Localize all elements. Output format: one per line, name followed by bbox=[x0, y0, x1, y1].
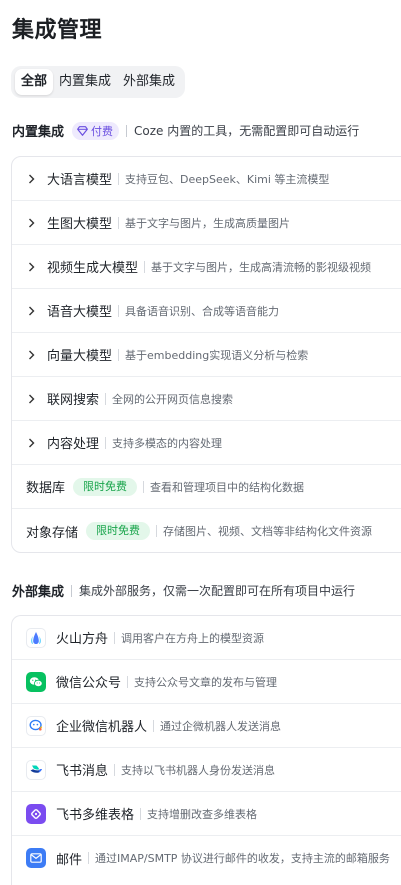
integration-row-mail[interactable]: 邮件 通过IMAP/SMTP 协议进行邮件的收发，支持主流的邮箱服务 bbox=[12, 836, 401, 880]
divider bbox=[143, 480, 145, 493]
integration-name: 企业微信机器人 bbox=[56, 720, 148, 735]
mail-icon bbox=[26, 848, 46, 868]
builtin-section-header: 内置集成 付费 Coze 内置的工具，无需配置即可自动运行 bbox=[12, 121, 359, 140]
divider bbox=[71, 584, 73, 597]
integration-description: 支持以飞书机器人身份发送消息 bbox=[121, 763, 276, 777]
integration-description: 具备语音识别、合成等语音能力 bbox=[125, 304, 280, 318]
integration-name: 大语言模型 bbox=[47, 173, 113, 188]
integration-row-web-search[interactable]: 联网搜索 全网的公开网页信息搜索 bbox=[12, 377, 401, 421]
tab-builtin[interactable]: 内置集成 bbox=[53, 69, 117, 95]
builtin-integrations-list: 大语言模型 支持豆包、DeepSeek、Kimi 等主流模型 生图大模型 基于文… bbox=[11, 156, 401, 553]
integration-description: 存储图片、视频、文档等非结构化文件资源 bbox=[163, 525, 373, 538]
builtin-section-description: Coze 内置的工具，无需配置即可自动运行 bbox=[134, 124, 360, 138]
integration-name: 内容处理 bbox=[47, 437, 100, 452]
chevron-right-icon[interactable] bbox=[28, 218, 38, 228]
chevron-right-icon[interactable] bbox=[28, 438, 38, 448]
integration-description: 查看和管理项目中的结构化数据 bbox=[150, 480, 305, 494]
integration-name: 微信公众号 bbox=[56, 676, 122, 691]
divider bbox=[118, 304, 120, 317]
integration-row-image-model[interactable]: 生图大模型 基于文字与图片，生成高质量图片 bbox=[12, 201, 401, 245]
external-section-description: 集成外部服务，仅需一次配置即可在所有项目中运行 bbox=[79, 584, 356, 598]
integration-row-llm[interactable]: 大语言模型 支持豆包、DeepSeek、Kimi 等主流模型 bbox=[12, 157, 401, 201]
integration-description: 基于文字与图片，生成高清流畅的影视级视频 bbox=[151, 260, 372, 274]
integration-name: 火山方舟 bbox=[56, 632, 109, 647]
chevron-right-icon[interactable] bbox=[28, 306, 38, 316]
divider bbox=[118, 216, 120, 229]
divider bbox=[105, 436, 107, 449]
integration-name: 对象存储 bbox=[26, 525, 79, 541]
integration-name: 生图大模型 bbox=[47, 217, 113, 232]
integration-row-wechat-official[interactable]: 微信公众号 支持公众号文章的发布与管理 bbox=[12, 660, 401, 704]
integration-description: 调用客户在方舟上的模型资源 bbox=[121, 631, 265, 645]
free-badge: 限时免费 bbox=[73, 477, 138, 496]
paid-badge: 付费 bbox=[72, 121, 120, 140]
chevron-right-icon[interactable] bbox=[28, 350, 38, 360]
integration-name: 视频生成大模型 bbox=[47, 261, 139, 276]
integration-row-feishu-bitable[interactable]: 飞书多维表格 支持增删改查多维表格 bbox=[12, 792, 401, 836]
integration-row-volcano-ark[interactable]: 火山方舟 调用客户在方舟上的模型资源 bbox=[12, 616, 401, 660]
chevron-right-icon[interactable] bbox=[28, 262, 38, 272]
integration-name: 向量大模型 bbox=[47, 349, 113, 364]
integration-row-wecom-bot[interactable]: 企业微信机器人 通过企微机器人发送消息 bbox=[12, 704, 401, 748]
feishu-bitable-icon bbox=[26, 803, 46, 824]
external-section-title: 外部集成 bbox=[12, 585, 65, 600]
integration-row-vector-model[interactable]: 向量大模型 基于embedding实现语义分析与检索 bbox=[12, 333, 401, 377]
divider bbox=[118, 348, 120, 361]
divider bbox=[114, 631, 116, 644]
divider bbox=[126, 124, 128, 137]
integration-description: 基于embedding实现语义分析与检索 bbox=[125, 348, 309, 362]
volcano-ark-icon bbox=[26, 627, 46, 648]
integration-row-speech-model[interactable]: 语音大模型 具备语音识别、合成等语音能力 bbox=[12, 289, 401, 333]
builtin-section-title: 内置集成 bbox=[12, 125, 65, 140]
tab-all[interactable]: 全部 bbox=[15, 69, 54, 95]
divider bbox=[153, 719, 155, 732]
paid-badge-label: 付费 bbox=[91, 124, 114, 138]
integration-row-video-model[interactable]: 视频生成大模型 基于文字与图片，生成高清流畅的影视级视频 bbox=[12, 245, 401, 289]
divider bbox=[105, 392, 107, 405]
page-title: 集成管理 bbox=[12, 18, 103, 43]
integration-name: 飞书多维表格 bbox=[56, 808, 135, 823]
divider bbox=[127, 675, 129, 688]
filter-tabs: 全部 内置集成 外部集成 bbox=[11, 66, 186, 98]
free-badge: 限时免费 bbox=[86, 522, 151, 540]
integration-name: 数据库 bbox=[26, 481, 66, 496]
wechat-icon bbox=[26, 671, 46, 692]
wecom-bot-icon bbox=[26, 715, 46, 736]
integration-description: 支持增删改查多维表格 bbox=[147, 807, 258, 821]
chevron-right-icon[interactable] bbox=[28, 394, 38, 404]
integration-row-content-processing[interactable]: 内容处理 支持多模态的内容处理 bbox=[12, 421, 401, 465]
integration-description: 通过企微机器人发送消息 bbox=[160, 719, 282, 733]
feishu-icon bbox=[26, 759, 46, 780]
chevron-right-icon[interactable] bbox=[28, 174, 38, 184]
integration-description: 通过IMAP/SMTP 协议进行邮件的收发，支持主流的邮箱服务 bbox=[95, 852, 390, 865]
divider bbox=[114, 763, 116, 776]
integration-description: 基于文字与图片，生成高质量图片 bbox=[125, 216, 291, 230]
integration-name: 联网搜索 bbox=[47, 393, 100, 408]
integration-row-object-storage[interactable]: 对象存储 限时免费 存储图片、视频、文档等非结构化文件资源 bbox=[12, 509, 401, 553]
external-section-header: 外部集成 集成外部服务，仅需一次配置即可在所有项目中运行 bbox=[12, 581, 355, 600]
divider bbox=[156, 525, 158, 537]
integration-row-database[interactable]: 数据库 限时免费 查看和管理项目中的结构化数据 bbox=[12, 465, 401, 509]
integration-description: 支持公众号文章的发布与管理 bbox=[134, 675, 278, 689]
integration-description: 支持豆包、DeepSeek、Kimi 等主流模型 bbox=[125, 172, 330, 186]
integration-name: 语音大模型 bbox=[47, 305, 113, 320]
divider bbox=[140, 807, 142, 820]
diamond-icon bbox=[77, 125, 88, 136]
integration-name: 飞书消息 bbox=[56, 764, 109, 779]
tab-external[interactable]: 外部集成 bbox=[117, 69, 181, 95]
integration-row-feishu-message[interactable]: 飞书消息 支持以飞书机器人身份发送消息 bbox=[12, 748, 401, 792]
integration-name: 邮件 bbox=[56, 852, 83, 868]
external-integrations-list: 火山方舟 调用客户在方舟上的模型资源 微信公众号 支持公众号文章的发布与管理 企… bbox=[11, 615, 401, 885]
divider bbox=[144, 260, 146, 273]
integration-description: 全网的公开网页信息搜索 bbox=[112, 392, 234, 406]
integration-description: 支持多模态的内容处理 bbox=[112, 436, 223, 450]
divider bbox=[118, 172, 120, 185]
divider bbox=[88, 852, 90, 864]
